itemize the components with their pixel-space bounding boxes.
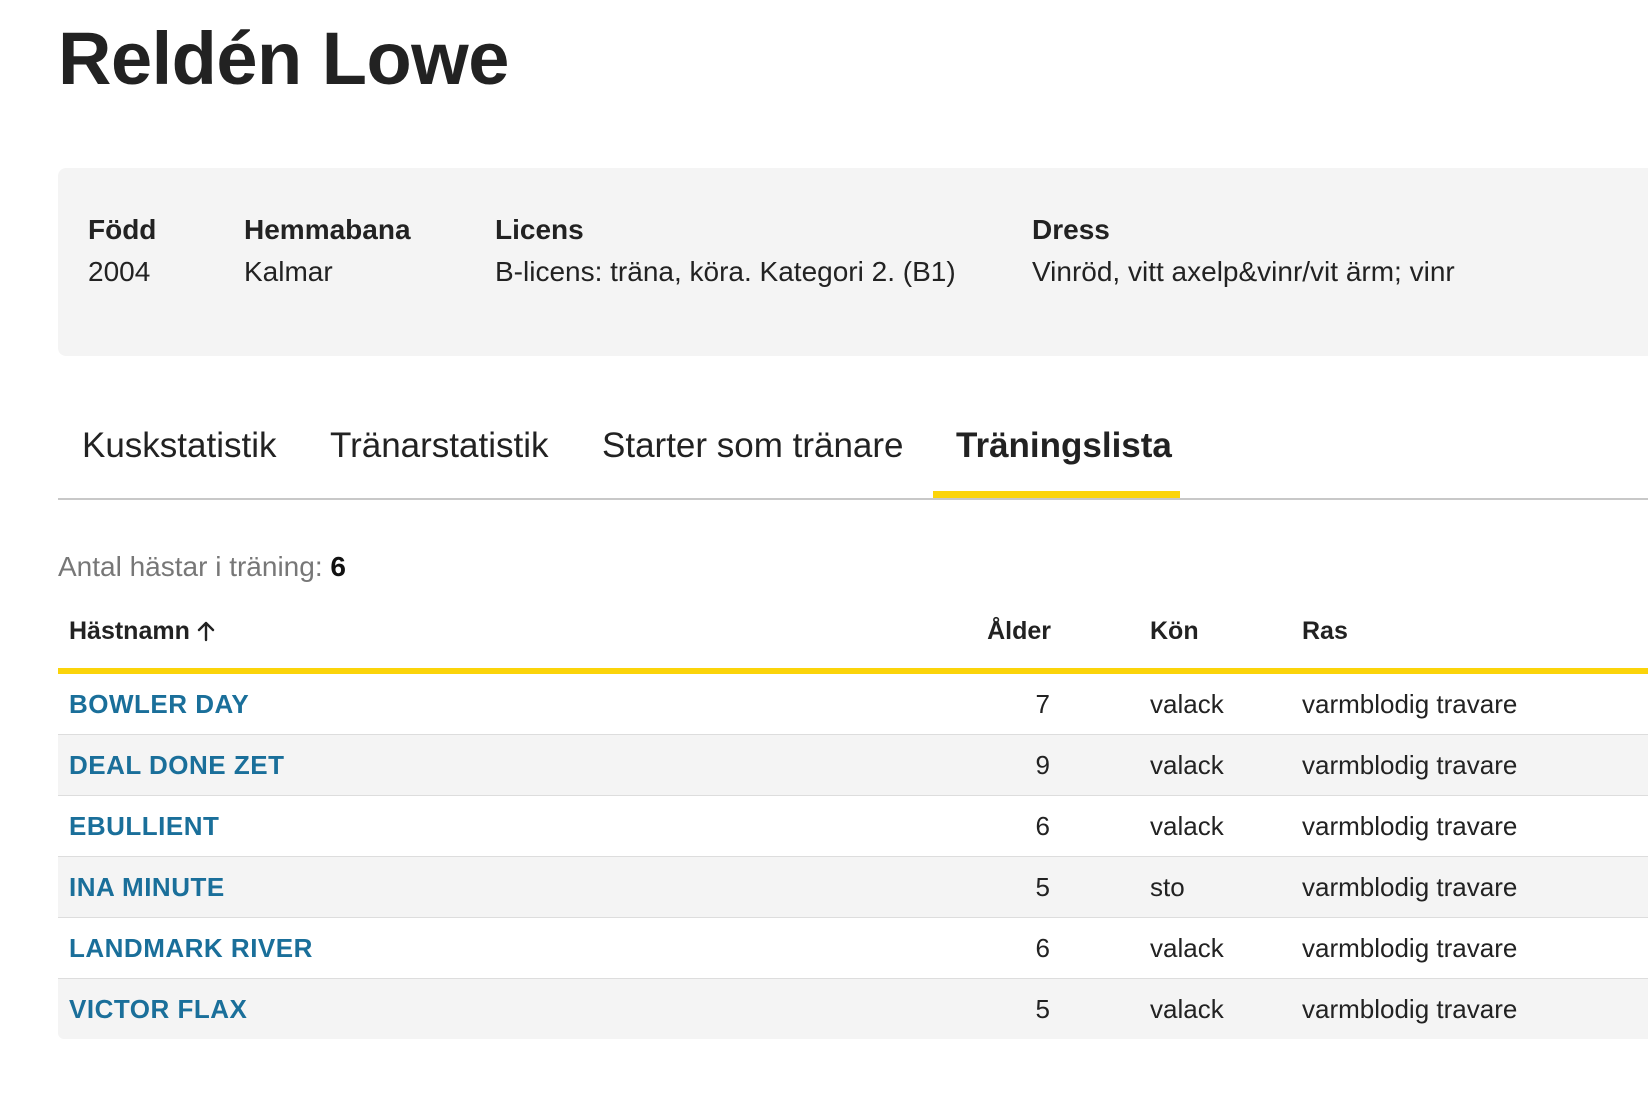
info-hemmabana: Hemmabana Kalmar — [244, 212, 411, 290]
horse-breed: varmblodig travare — [1302, 750, 1518, 780]
horse-count-label: Antal hästar i träning: — [58, 551, 323, 582]
table-row: EBULLIENT 6 valack varmblodig travare — [58, 796, 1648, 857]
horse-age: 5 — [1035, 994, 1050, 1024]
info-fodd-value: 2004 — [88, 256, 151, 287]
horse-name-link[interactable]: LANDMARK RIVER — [69, 931, 313, 965]
horse-gender: valack — [1150, 994, 1224, 1024]
info-licens-value: B-licens: träna, köra. Kategori 2. (B1) — [495, 256, 956, 287]
horse-name-link[interactable]: INA MINUTE — [69, 870, 225, 904]
column-header-ras[interactable]: Ras — [1302, 614, 1348, 648]
table-row: INA MINUTE 5 sto varmblodig travare — [58, 857, 1648, 918]
horse-count-value: 6 — [330, 551, 346, 582]
column-header-alder[interactable]: Ålder — [958, 614, 1051, 648]
column-header-kon[interactable]: Kön — [1150, 614, 1199, 648]
horse-age: 5 — [1035, 872, 1050, 902]
tab-tranarstatistik[interactable]: Tränarstatistik — [330, 422, 548, 470]
horse-age: 6 — [1035, 811, 1050, 841]
horse-age: 9 — [1035, 750, 1050, 780]
table-row: VICTOR FLAX 5 valack varmblodig travare — [58, 979, 1648, 1039]
table-row: BOWLER DAY 7 valack varmblodig travare — [58, 674, 1648, 735]
horse-age: 7 — [1035, 689, 1050, 719]
horse-name-link[interactable]: BOWLER DAY — [69, 687, 249, 721]
page-title: Reldén Lowe — [58, 17, 509, 100]
info-licens: Licens B-licens: träna, köra. Kategori 2… — [495, 212, 956, 290]
horse-count-summary: Antal hästar i träning: 6 — [58, 548, 346, 586]
info-panel: Född 2004 Hemmabana Kalmar Licens B-lice… — [58, 168, 1648, 356]
horse-age: 6 — [1035, 933, 1050, 963]
horse-gender: valack — [1150, 689, 1224, 719]
horse-breed: varmblodig travare — [1302, 994, 1518, 1024]
horse-gender: sto — [1150, 872, 1185, 902]
horse-breed: varmblodig travare — [1302, 933, 1518, 963]
tab-bar: Kuskstatistik Tränarstatistik Starter so… — [58, 400, 1648, 500]
table-header: Hästnamn Ålder Kön Ras — [58, 598, 1648, 674]
tab-starter-som-tranare[interactable]: Starter som tränare — [602, 422, 904, 470]
horse-name-link[interactable]: DEAL DONE ZET — [69, 748, 284, 782]
horse-breed: varmblodig travare — [1302, 689, 1518, 719]
info-fodd-label: Född — [88, 214, 157, 245]
tab-kuskstatistik[interactable]: Kuskstatistik — [82, 422, 277, 470]
horse-gender: valack — [1150, 933, 1224, 963]
active-tab-indicator — [933, 491, 1180, 498]
info-hemmabana-value: Kalmar — [244, 256, 333, 287]
horse-breed: varmblodig travare — [1302, 872, 1518, 902]
training-list-table: Hästnamn Ålder Kön Ras BOWLER DAY 7 vala… — [58, 598, 1648, 1039]
tab-traningslista[interactable]: Träningslista — [956, 422, 1172, 470]
info-hemmabana-label: Hemmabana — [244, 214, 411, 245]
horse-breed: varmblodig travare — [1302, 811, 1518, 841]
info-dress-value: Vinröd, vitt axelp&vinr/vit ärm; vinr — [1032, 256, 1455, 287]
info-fodd: Född 2004 — [88, 212, 156, 290]
table-row: DEAL DONE ZET 9 valack varmblodig travar… — [58, 735, 1648, 796]
arrow-up-icon — [197, 621, 215, 642]
page: Reldén Lowe Född 2004 Hemmabana Kalmar L… — [0, 0, 1648, 1120]
horse-name-link[interactable]: VICTOR FLAX — [69, 992, 247, 1026]
horse-gender: valack — [1150, 750, 1224, 780]
info-licens-label: Licens — [495, 214, 584, 245]
horse-name-link[interactable]: EBULLIENT — [69, 809, 219, 843]
table-row: LANDMARK RIVER 6 valack varmblodig trava… — [58, 918, 1648, 979]
column-header-hastnamn-label: Hästnamn — [69, 617, 190, 645]
horse-gender: valack — [1150, 811, 1224, 841]
info-dress: Dress Vinröd, vitt axelp&vinr/vit ärm; v… — [1032, 212, 1455, 290]
column-header-hastnamn[interactable]: Hästnamn — [69, 614, 216, 648]
info-dress-label: Dress — [1032, 214, 1110, 245]
